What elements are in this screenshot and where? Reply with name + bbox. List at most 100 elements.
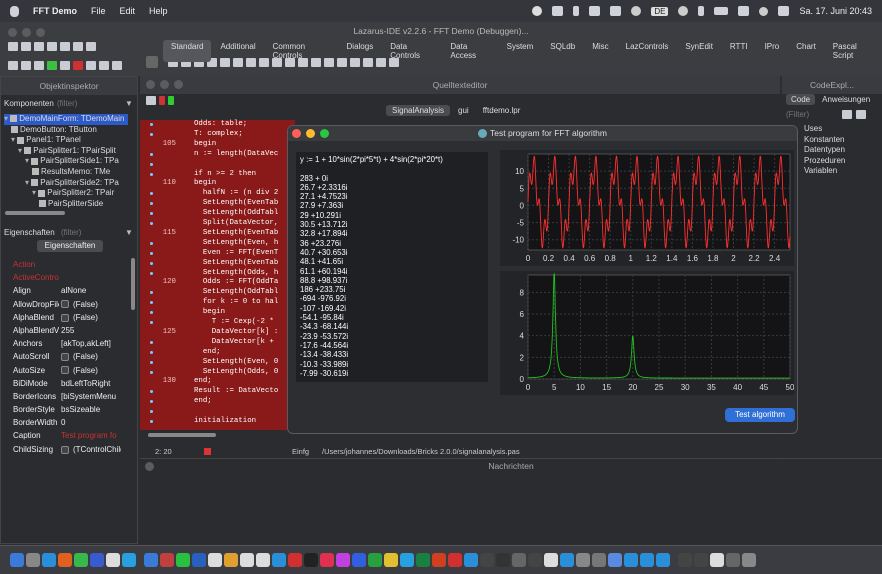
- control-center-icon[interactable]: [778, 6, 790, 16]
- dock-app-icon[interactable]: [208, 553, 222, 567]
- palette-tab-sqldb[interactable]: SQLdb: [542, 40, 583, 62]
- frequency-spectrum-chart[interactable]: 864200 5 10 15 20 25 30 35 40 45 50: [500, 271, 794, 395]
- breakpoint-gutter[interactable]: [150, 291, 153, 295]
- breakpoint-gutter[interactable]: [150, 311, 153, 315]
- dock-app-icon[interactable]: [678, 553, 692, 567]
- bluetooth-icon[interactable]: [698, 6, 705, 16]
- breakpoint-gutter[interactable]: [150, 420, 153, 423]
- editor-hscroll[interactable]: [140, 430, 286, 440]
- property-row[interactable]: ActiveControl: [1, 271, 129, 284]
- dock-app-icon[interactable]: [26, 553, 40, 567]
- dock-app-icon[interactable]: [384, 553, 398, 567]
- dock-app-icon[interactable]: [144, 553, 158, 567]
- keyboard-layout-indicator[interactable]: DE: [651, 6, 669, 16]
- dock-app-icon[interactable]: [544, 553, 558, 567]
- breakpoint-gutter[interactable]: [150, 261, 153, 265]
- view-forms-icon[interactable]: [8, 61, 18, 70]
- dock-app-icon[interactable]: [304, 553, 318, 567]
- breakpoint-gutter[interactable]: [150, 251, 153, 255]
- dock-app-icon[interactable]: [624, 553, 638, 567]
- palette-tab-ipro[interactable]: IPro: [757, 40, 788, 62]
- tree-node[interactable]: PairSplitterSide: [4, 199, 128, 210]
- dock-app-icon[interactable]: [320, 553, 334, 567]
- code-explorer-item[interactable]: Datentypen: [804, 145, 845, 156]
- code-explorer-item[interactable]: Konstanten: [804, 135, 845, 146]
- property-row[interactable]: BorderIcons [biSystemMenu: [1, 390, 129, 403]
- source-tab[interactable]: gui: [452, 105, 475, 116]
- dock-app-icon[interactable]: [336, 553, 350, 567]
- dock-app-icon[interactable]: [710, 553, 724, 567]
- dock-app-icon[interactable]: [240, 553, 254, 567]
- breakpoint-gutter[interactable]: [150, 301, 153, 305]
- dock-app-icon[interactable]: [432, 553, 446, 567]
- chrome-status-icon[interactable]: [532, 6, 543, 16]
- dock-app-icon[interactable]: [464, 553, 478, 567]
- breakpoint-gutter[interactable]: [150, 212, 153, 216]
- checkbox[interactable]: [61, 313, 69, 322]
- property-value[interactable]: 0: [59, 416, 121, 429]
- dock-app-icon[interactable]: [416, 553, 430, 567]
- fft-zoom-button[interactable]: [320, 129, 329, 138]
- property-row[interactable]: BiDiMode bdLeftToRight: [1, 377, 129, 390]
- editor-close-button[interactable]: [146, 80, 155, 89]
- breakpoint-gutter[interactable]: [150, 271, 153, 275]
- step-over-icon[interactable]: [99, 61, 109, 70]
- step-out-icon[interactable]: [112, 61, 122, 70]
- breakpoint-gutter[interactable]: [150, 400, 153, 404]
- property-value[interactable]: alNone: [59, 284, 121, 297]
- property-row[interactable]: Action: [1, 258, 129, 271]
- property-value[interactable]: bsSizeable: [59, 403, 121, 416]
- step-into-icon[interactable]: [86, 61, 96, 70]
- apple-icon[interactable]: [10, 5, 19, 17]
- messages-close-button[interactable]: [145, 462, 154, 471]
- tree-scrollbar[interactable]: [5, 211, 65, 215]
- dock-app-icon[interactable]: [288, 553, 302, 567]
- property-row[interactable]: AutoSize (False): [1, 364, 129, 377]
- dock-app-icon[interactable]: [496, 553, 510, 567]
- breakpoint-gutter[interactable]: [150, 202, 153, 206]
- breakpoint-gutter[interactable]: [150, 390, 153, 394]
- dock-app-icon[interactable]: [256, 553, 270, 567]
- tree-node[interactable]: ▾ PairSplitterSide2: TPa: [4, 178, 128, 189]
- dock-app-icon[interactable]: [122, 553, 136, 567]
- breakpoint-gutter[interactable]: [150, 410, 153, 414]
- time-machine-icon[interactable]: [631, 6, 642, 16]
- palette-tab-pascal-script[interactable]: Pascal Script: [825, 40, 882, 62]
- property-value[interactable]: bdLeftToRight: [59, 377, 121, 390]
- dock-app-icon[interactable]: [592, 553, 606, 567]
- tab-statements[interactable]: Anweisungen: [817, 94, 875, 105]
- editor-minimize-button[interactable]: [160, 80, 169, 89]
- dock-app-icon[interactable]: [90, 553, 104, 567]
- view-units-icon[interactable]: [86, 42, 96, 51]
- menu-help[interactable]: Help: [149, 6, 168, 16]
- breakpoint-gutter[interactable]: [150, 370, 153, 374]
- property-value[interactable]: [59, 271, 121, 284]
- breakpoint-gutter[interactable]: [150, 152, 153, 156]
- breakpoint-gutter[interactable]: [150, 132, 153, 136]
- palette-tab-common-controls[interactable]: Common Controls: [265, 40, 338, 62]
- save-icon[interactable]: [47, 42, 57, 51]
- save-all-icon[interactable]: [60, 42, 70, 51]
- dock-app-icon[interactable]: [42, 553, 56, 567]
- forward-icon[interactable]: [168, 96, 174, 105]
- test-algorithm-button[interactable]: Test algorithm: [725, 408, 795, 422]
- property-value[interactable]: [akTop,akLeft]: [59, 337, 121, 350]
- dock-app-icon[interactable]: [272, 553, 286, 567]
- dock-app-icon[interactable]: [368, 553, 382, 567]
- dock-app-icon[interactable]: [656, 553, 670, 567]
- breakpoint-gutter[interactable]: [150, 192, 153, 196]
- open-icon[interactable]: [34, 42, 44, 51]
- breakpoint-gutter[interactable]: [150, 350, 153, 354]
- editor-menu-icon[interactable]: [146, 96, 156, 105]
- tree-node[interactable]: ▾ DemoMainForm: TDemoMain: [4, 114, 128, 125]
- dock-app-icon[interactable]: [224, 553, 238, 567]
- property-row[interactable]: BorderStyle bsSizeable: [1, 403, 129, 416]
- user-icon[interactable]: [678, 6, 689, 16]
- palette-tab-dialogs[interactable]: Dialogs: [339, 40, 382, 62]
- dock-app-icon[interactable]: [192, 553, 206, 567]
- dock-app-icon[interactable]: [400, 553, 414, 567]
- property-value[interactable]: (False): [59, 311, 121, 324]
- build-icon[interactable]: [34, 61, 44, 70]
- back-icon[interactable]: [159, 96, 165, 105]
- selection-tool-icon[interactable]: [146, 56, 158, 68]
